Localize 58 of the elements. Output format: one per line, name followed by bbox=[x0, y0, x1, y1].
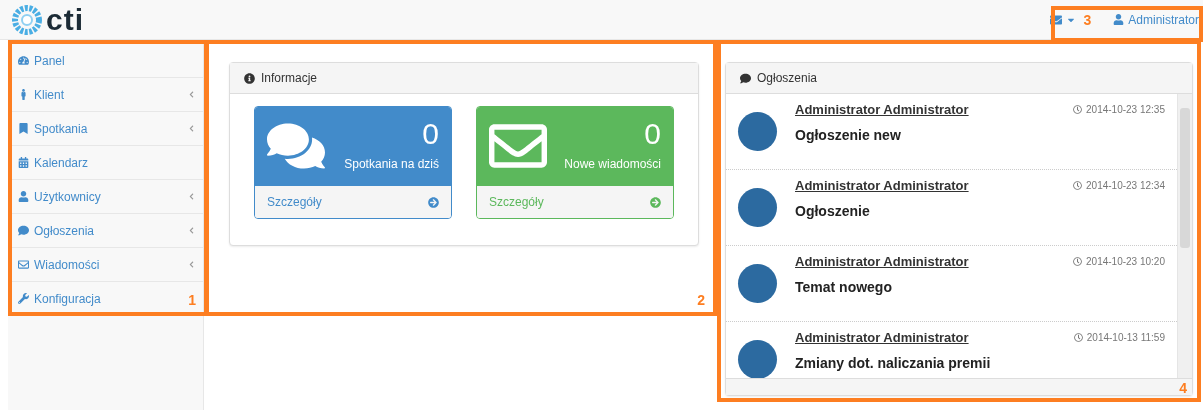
announcement-title: Ogłoszenie new bbox=[795, 127, 902, 143]
annotation-number: 2 bbox=[697, 292, 705, 308]
bookmark-icon bbox=[18, 123, 29, 134]
arrow-right-icon bbox=[428, 196, 439, 208]
sidebar-item[interactable]: Spotkania bbox=[8, 112, 203, 146]
calendar-icon bbox=[18, 157, 29, 168]
sidebar-item[interactable]: Ogłoszenia bbox=[8, 214, 203, 248]
speech-bubble-icon bbox=[18, 225, 29, 236]
announcement-title: Zmiany dot. naliczania premii bbox=[795, 355, 992, 371]
user-menu[interactable]: Administrator bbox=[1113, 12, 1199, 27]
stat-caption: Nowe wiadomości bbox=[564, 157, 661, 171]
scrollbar[interactable] bbox=[1177, 94, 1192, 378]
messages-dropdown[interactable] bbox=[1049, 13, 1076, 26]
stat-count: 0 bbox=[422, 117, 439, 151]
envelope-icon bbox=[18, 259, 29, 270]
author-link[interactable]: Administrator Administrator bbox=[795, 178, 969, 193]
arrow-right-icon bbox=[650, 196, 661, 208]
sidebar-item[interactable]: Kalendarz bbox=[8, 146, 203, 180]
avatar bbox=[738, 340, 777, 378]
timestamp: 2014-10-23 10:20 bbox=[1086, 256, 1165, 267]
wrench-icon bbox=[18, 293, 29, 304]
details-link[interactable]: Szczegóły bbox=[255, 186, 451, 218]
panel-title: Ogłoszenia bbox=[757, 71, 818, 85]
clock-icon bbox=[1073, 181, 1083, 190]
sidebar-item[interactable]: Klient bbox=[8, 78, 203, 112]
clock-icon bbox=[1073, 257, 1083, 266]
clock-icon bbox=[1073, 333, 1083, 342]
avatar bbox=[738, 188, 777, 227]
annotation-number: 1 bbox=[188, 292, 196, 308]
timestamp: 2014-10-13 11:59 bbox=[1086, 332, 1165, 343]
avatar bbox=[738, 264, 777, 303]
dashboard-icon bbox=[18, 55, 29, 66]
author-link[interactable]: Administrator Administrator bbox=[795, 330, 969, 345]
user-icon bbox=[18, 191, 29, 202]
info-icon bbox=[244, 72, 255, 84]
annotation-number: 4 bbox=[1179, 380, 1187, 396]
timestamp: 2014-10-23 12:34 bbox=[1086, 180, 1165, 191]
logo-text: cti bbox=[46, 4, 84, 35]
logo-icon bbox=[12, 4, 42, 35]
panel-title: Informacje bbox=[261, 71, 318, 85]
timestamp: 2014-10-23 12:35 bbox=[1086, 104, 1165, 115]
stat-caption: Spotkania na dziś bbox=[344, 157, 439, 171]
details-link[interactable]: Szczegóły bbox=[477, 186, 673, 218]
author-link[interactable]: Administrator Administrator bbox=[795, 102, 969, 117]
author-link[interactable]: Administrator Administrator bbox=[795, 254, 969, 269]
sidebar-item[interactable]: Użytkownicy bbox=[8, 180, 203, 214]
speech-bubble-icon bbox=[740, 72, 751, 84]
announcement-title: Temat nowego bbox=[795, 279, 893, 295]
clock-icon bbox=[1073, 105, 1083, 114]
sidebar-item[interactable]: Panel bbox=[8, 44, 203, 78]
stat-count: 0 bbox=[644, 117, 661, 151]
user-icon bbox=[1113, 14, 1125, 25]
announcement-title: Ogłoszenie bbox=[795, 203, 871, 219]
envelope-icon bbox=[1049, 13, 1062, 26]
sidebar-item[interactable]: Wiadomości bbox=[8, 248, 203, 282]
annotation-number: 3 bbox=[1083, 11, 1092, 28]
avatar bbox=[738, 112, 777, 151]
person-icon bbox=[18, 89, 29, 100]
